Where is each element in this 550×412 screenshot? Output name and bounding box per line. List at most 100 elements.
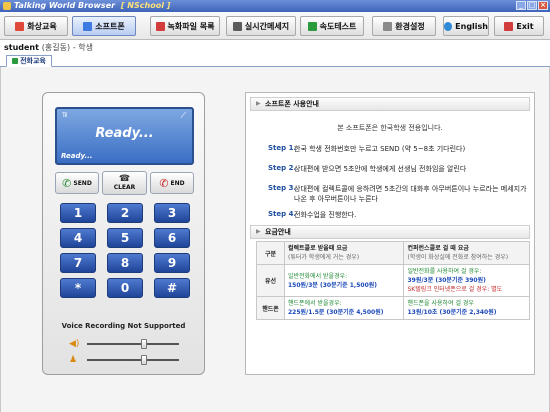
settings-button[interactable]: 환경설정 xyxy=(372,16,436,36)
clear-label: CLEAR xyxy=(113,184,136,191)
key-6[interactable]: 6 xyxy=(154,228,190,248)
user-info: student (홍길동) - 학생 xyxy=(4,42,93,53)
user-role: - 학생 xyxy=(72,43,94,52)
key-5[interactable]: 5 xyxy=(107,228,143,248)
maximize-button[interactable]: □ xyxy=(527,1,537,10)
info-panel: ▶ 소프트폰 사용안내 본 소프트폰은 한국학생 전용입니다. Step 1. … xyxy=(245,92,535,375)
rates-section-header: ▶ 요금안내 xyxy=(250,225,530,239)
key-0[interactable]: 0 xyxy=(107,278,143,298)
clear-handset-icon: ☎ xyxy=(118,174,131,184)
window-title: Talking World Browser xyxy=(14,1,116,10)
speed-test-icon xyxy=(307,21,317,31)
step-number: Step 2. xyxy=(268,164,297,172)
end-button[interactable]: ✆ END xyxy=(150,172,194,194)
table-row: 유선 일반전화에서 받을경우: 150원/3분 (30분기준 1,500원) 일… xyxy=(256,264,530,297)
end-label: END xyxy=(170,179,185,187)
speaker-icon: ◀) xyxy=(69,339,80,349)
step-text: 상대편에 컬렉트콜에 응하려면 5초간의 대화후 아무버튼이나 누르라는 메세지… xyxy=(294,185,527,203)
mic-volume-slider[interactable] xyxy=(141,355,148,365)
title-bar: Talking World Browser [ NSchool ] _ □ × xyxy=(0,0,550,12)
row-label: 유선 xyxy=(256,264,285,297)
key-star[interactable]: * xyxy=(60,278,96,298)
recording-list-button[interactable]: 녹화파일 목록 xyxy=(150,16,220,36)
clear-button[interactable]: ☎ CLEAR xyxy=(102,171,147,195)
usage-intro: 본 소프트폰은 한국학생 전용입니다. xyxy=(337,124,443,132)
tab-strip: 전화교육 xyxy=(0,55,550,67)
exit-icon xyxy=(504,21,514,31)
signal-icon: Tıl xyxy=(62,112,67,119)
settings-label: 환경설정 xyxy=(395,21,425,31)
key-hash[interactable]: # xyxy=(154,278,190,298)
cell-line: 150원/3분 (30분기준 1,500원) xyxy=(288,281,378,289)
mute-icon: ⟋ xyxy=(180,111,186,120)
minimize-button[interactable]: _ xyxy=(516,1,526,10)
softphone-icon xyxy=(83,21,93,31)
step-text: 상대편에 받으면 5초안에 학생에게 선생님 전화임을 알린다 xyxy=(294,165,467,173)
table-cell: 핸드폰에서 받을경우: 225원/1.5분 (30분기준 4,500원) xyxy=(283,296,405,320)
video-lesson-button[interactable]: 화상교육 xyxy=(4,16,68,36)
tab-phone-lesson[interactable]: 전화교육 xyxy=(6,55,52,67)
window-controls: _ □ × xyxy=(516,1,548,10)
message-label: 실시간메세지 xyxy=(244,21,290,31)
cell-line: 핸드폰을 사용하여 걸 경우 xyxy=(407,300,474,307)
softphone-button[interactable]: 소프트폰 xyxy=(72,16,136,36)
step-text: 한국 학생 전화번호만 누르고 SEND (약 5~8초 기다린다) xyxy=(294,145,466,153)
key-8[interactable]: 8 xyxy=(107,253,143,273)
phone-lesson-icon xyxy=(12,58,19,64)
bullet-icon: ▶ xyxy=(256,100,261,107)
key-7[interactable]: 7 xyxy=(60,253,96,273)
key-1[interactable]: 1 xyxy=(60,203,96,223)
rates-table: 구분 컬렉트콜로 받을때 요금 (튜터가 학생에게 거는 경우) 컨퍼런스콜로 … xyxy=(256,241,530,320)
speed-test-label: 속도테스트 xyxy=(319,21,357,31)
user-name: student xyxy=(4,43,39,52)
table-cell: 일반전화에서 받을경우: 150원/3분 (30분기준 1,500원) xyxy=(283,264,405,297)
step-number: Step 3. xyxy=(268,184,297,192)
speaker-volume-slider[interactable] xyxy=(141,339,148,349)
send-handset-icon: ✆ xyxy=(62,176,72,190)
window-subtitle: [ NSchool ] xyxy=(120,1,171,10)
english-button[interactable]: English xyxy=(443,16,489,36)
mic-volume-track[interactable] xyxy=(87,359,179,361)
video-lesson-icon xyxy=(15,21,25,31)
speaker-volume-track[interactable] xyxy=(87,343,179,345)
close-window-button[interactable]: × xyxy=(538,1,548,10)
speaker-volume: ◀) xyxy=(69,339,184,349)
cell-line: 13원/10초 (30분기준 2,340원) xyxy=(407,309,497,316)
cell-line: 일반전화를 사용하여 걸 경우: xyxy=(407,268,482,275)
usage-heading: 소프트폰 사용안내 xyxy=(265,100,319,108)
step-number: Step 1. xyxy=(268,144,297,152)
app-icon xyxy=(3,2,11,10)
cell-line: 핸드폰에서 받을경우: xyxy=(288,300,342,307)
status-big: Ready... xyxy=(95,126,154,141)
send-label: SEND xyxy=(73,179,92,187)
col1-sub: (튜터가 학생에게 거는 경우) xyxy=(288,254,360,261)
message-button[interactable]: 실시간메세지 xyxy=(226,16,296,36)
bullet-icon: ▶ xyxy=(256,228,261,235)
table-cell: 핸드폰을 사용하여 걸 경우 13원/10초 (30분기준 2,340원) xyxy=(403,296,530,320)
key-2[interactable]: 2 xyxy=(107,203,143,223)
key-9[interactable]: 9 xyxy=(154,253,190,273)
row-label: 핸드폰 xyxy=(256,296,285,320)
call-controls: ✆ SEND ☎ CLEAR ✆ END xyxy=(55,171,194,196)
settings-icon xyxy=(383,21,393,31)
recording-list-icon xyxy=(155,21,165,31)
col1-title: 컬렉트콜로 받을때 요금 xyxy=(288,245,348,252)
phone-screen: Tıl ⟋ Ready... Ready... xyxy=(55,107,194,165)
main-toolbar: 화상교육 소프트폰 녹화파일 목록 실시간메세지 속도테스트 환경설정 Engl… xyxy=(0,12,550,40)
speed-test-button[interactable]: 속도테스트 xyxy=(300,16,364,36)
cell-line: 일반전화에서 받을경우: xyxy=(288,272,348,280)
video-lesson-label: 화상교육 xyxy=(27,21,57,31)
step-text: 전화수업을 진행한다. xyxy=(294,211,357,219)
table-cell: 일반전화를 사용하여 걸 경우: 39원/3분 (30분기준 390원) SK텔… xyxy=(403,264,530,297)
usage-section-header: ▶ 소프트폰 사용안내 xyxy=(250,97,530,111)
end-handset-icon: ✆ xyxy=(159,176,169,190)
send-button[interactable]: ✆ SEND xyxy=(55,172,99,194)
key-3[interactable]: 3 xyxy=(154,203,190,223)
user-detail: (홍길동) xyxy=(41,43,71,52)
rates-col-label: 구분 xyxy=(256,241,285,265)
tab-label: 전화교육 xyxy=(20,57,46,65)
col2-title: 컨퍼런스콜로 걸 때 요금 xyxy=(407,245,469,252)
key-4[interactable]: 4 xyxy=(60,228,96,248)
exit-button[interactable]: Exit xyxy=(494,16,544,36)
rates-header-row: 구분 컬렉트콜로 받을때 요금 (튜터가 학생에게 거는 경우) 컨퍼런스콜로 … xyxy=(256,241,530,265)
